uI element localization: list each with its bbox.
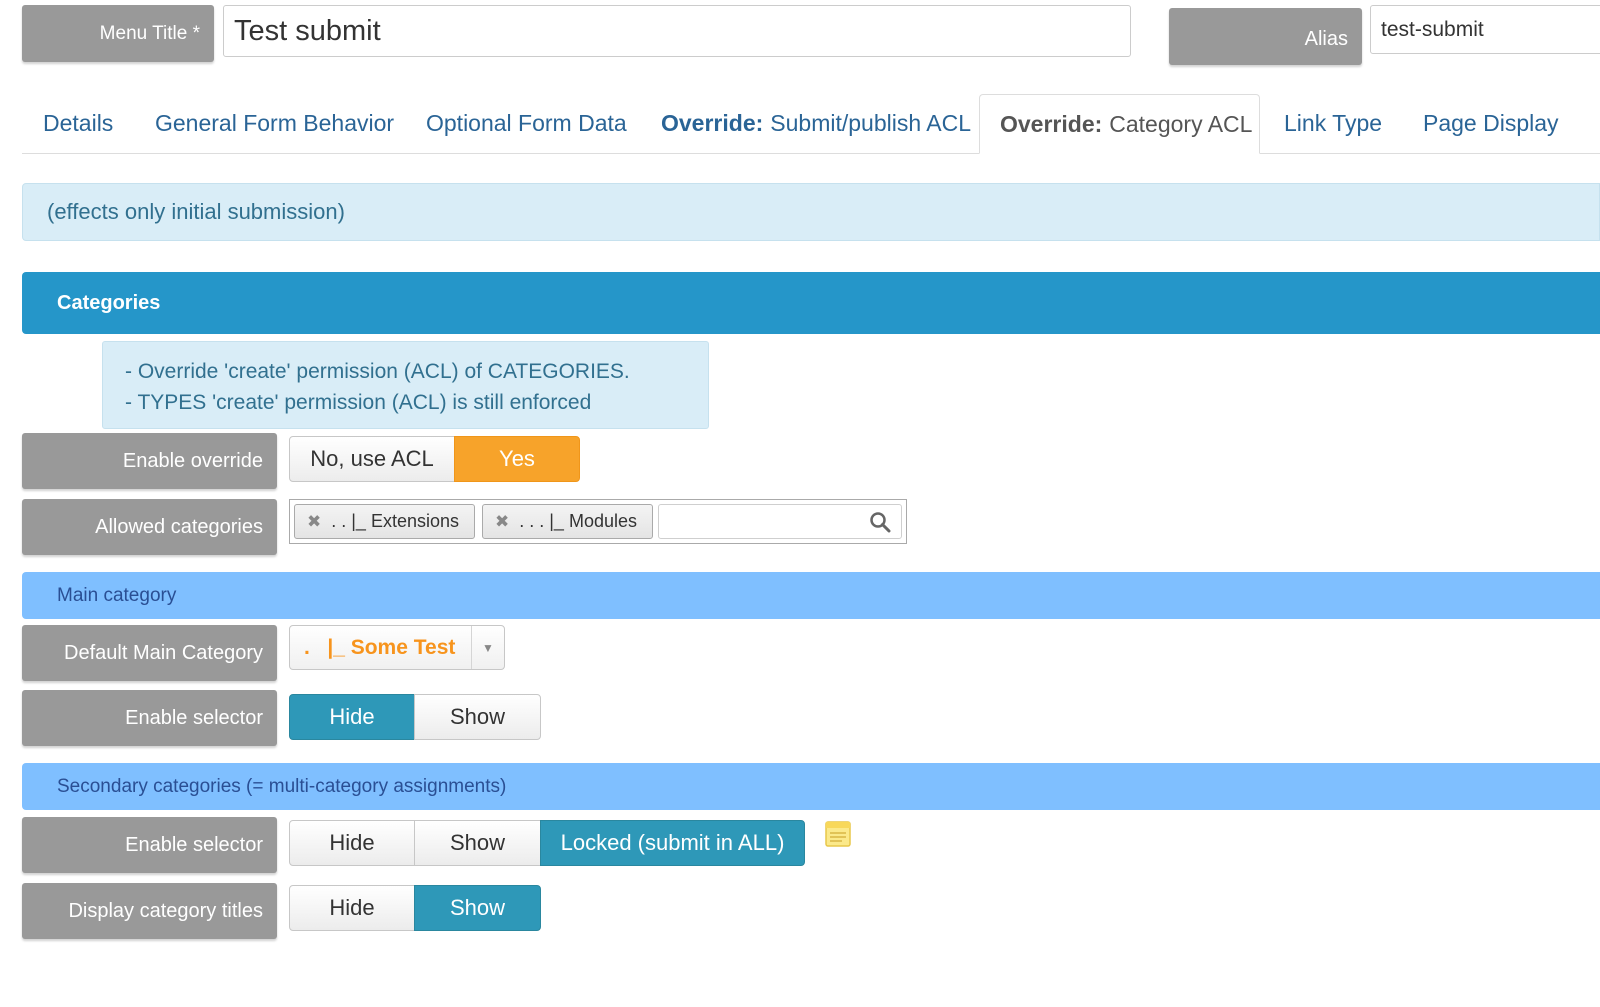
label-text: Enable selector (125, 706, 263, 729)
chip-label: . . . |_ Modules (519, 511, 637, 531)
tab-prefix: Override: (661, 110, 764, 136)
tab-label: Category ACL (1109, 110, 1253, 137)
tab-page-display[interactable]: Page Display (1423, 94, 1559, 153)
categories-header-text: Categories (57, 291, 161, 314)
menu-title-input[interactable]: Test submit (223, 5, 1131, 57)
button-label: Hide (329, 830, 375, 855)
yes-button[interactable]: Yes (454, 436, 580, 482)
main-category-header-text: Main category (57, 584, 177, 606)
note-icon[interactable] (825, 821, 851, 847)
button-label: Hide (329, 704, 375, 729)
close-icon[interactable]: ✖ (307, 512, 321, 532)
tab-label: Page Display (1423, 110, 1559, 136)
label-text: Display category titles (68, 899, 263, 922)
selected-value: . |_ Some Test (304, 635, 456, 659)
menu-title-label: Menu Title * (22, 5, 214, 62)
tab-override-category-acl[interactable]: Override: Category ACL (979, 94, 1260, 154)
search-icon (870, 512, 891, 533)
chip-extensions: ✖ . . |_ Extensions (294, 504, 475, 539)
categories-header: Categories (22, 272, 1600, 334)
label-text: Enable selector (125, 833, 263, 856)
secondary-show-button[interactable]: Show (414, 820, 541, 866)
label-text: Default Main Category (64, 641, 263, 664)
alias-input[interactable]: test-submit (1370, 5, 1600, 54)
tab-label: Link Type (1284, 110, 1383, 136)
tab-label: Details (43, 110, 114, 136)
main-hide-button[interactable]: Hide (289, 694, 415, 740)
category-search-input[interactable] (658, 504, 902, 539)
tab-bar: Details General Form Behavior Optional F… (22, 94, 1600, 154)
menu-title-label-text: Menu Title * (99, 22, 200, 44)
alias-label: Alias (1169, 8, 1362, 65)
button-label: Show (449, 830, 506, 855)
enable-override-label: Enable override (22, 433, 277, 489)
button-label: Show (449, 704, 506, 729)
secondary-hide-button[interactable]: Hide (289, 820, 415, 866)
categories-note: - Override 'create' permission (ACL) of … (102, 341, 709, 429)
alias-label-text: Alias (1304, 28, 1348, 50)
default-main-category-label: Default Main Category (22, 625, 277, 681)
default-main-category-select[interactable]: . |_ Some Test ▼ (289, 625, 505, 670)
chip-label: . . |_ Extensions (331, 511, 459, 531)
button-label: Locked (submit in ALL) (560, 830, 785, 855)
locked-submit-all-button[interactable]: Locked (submit in ALL) (540, 820, 805, 866)
button-label: Hide (329, 895, 375, 920)
tab-link-type[interactable]: Link Type (1284, 94, 1382, 153)
label-text: Enable override (122, 449, 263, 472)
menu-title-value: Test submit (234, 14, 381, 47)
tab-details[interactable]: Details (43, 94, 113, 153)
label-text: Allowed categories (95, 515, 263, 538)
alias-value: test-submit (1381, 17, 1484, 41)
info-text: (effects only initial submission) (47, 199, 345, 224)
tab-override-submit-publish-acl[interactable]: Override: Submit/publish ACL (661, 94, 971, 153)
secondary-categories-header: Secondary categories (= multi-category a… (22, 763, 1600, 810)
tab-prefix: Override: (1000, 110, 1103, 137)
titles-hide-button[interactable]: Hide (289, 885, 415, 931)
main-show-button[interactable]: Show (414, 694, 541, 740)
chevron-down-icon[interactable]: ▼ (471, 626, 504, 669)
no-use-acl-button[interactable]: No, use ACL (289, 436, 455, 482)
tab-label: Submit/publish ACL (770, 110, 971, 136)
main-category-header: Main category (22, 572, 1600, 619)
button-label: Show (449, 895, 506, 920)
info-message: (effects only initial submission) (22, 183, 1600, 241)
note-line: - Override 'create' permission (ACL) of … (125, 360, 630, 383)
allowed-categories-select[interactable]: ✖ . . |_ Extensions ✖ . . . |_ Modules (289, 499, 907, 544)
tab-optional-form-data[interactable]: Optional Form Data (426, 94, 627, 153)
button-label: No, use ACL (310, 446, 434, 471)
tab-general-form-behavior[interactable]: General Form Behavior (155, 94, 394, 153)
note-line: - TYPES 'create' permission (ACL) is sti… (125, 391, 592, 414)
chip-modules: ✖ . . . |_ Modules (482, 504, 653, 539)
allowed-categories-label: Allowed categories (22, 499, 277, 555)
secondary-enable-selector-label: Enable selector (22, 817, 277, 873)
display-category-titles-label: Display category titles (22, 883, 277, 939)
close-icon[interactable]: ✖ (495, 512, 509, 532)
tab-label: General Form Behavior (155, 110, 395, 136)
secondary-categories-header-text: Secondary categories (= multi-category a… (57, 775, 507, 797)
tab-label: Optional Form Data (426, 110, 627, 136)
main-enable-selector-label: Enable selector (22, 690, 277, 746)
titles-show-button[interactable]: Show (414, 885, 541, 931)
button-label: Yes (499, 446, 535, 471)
